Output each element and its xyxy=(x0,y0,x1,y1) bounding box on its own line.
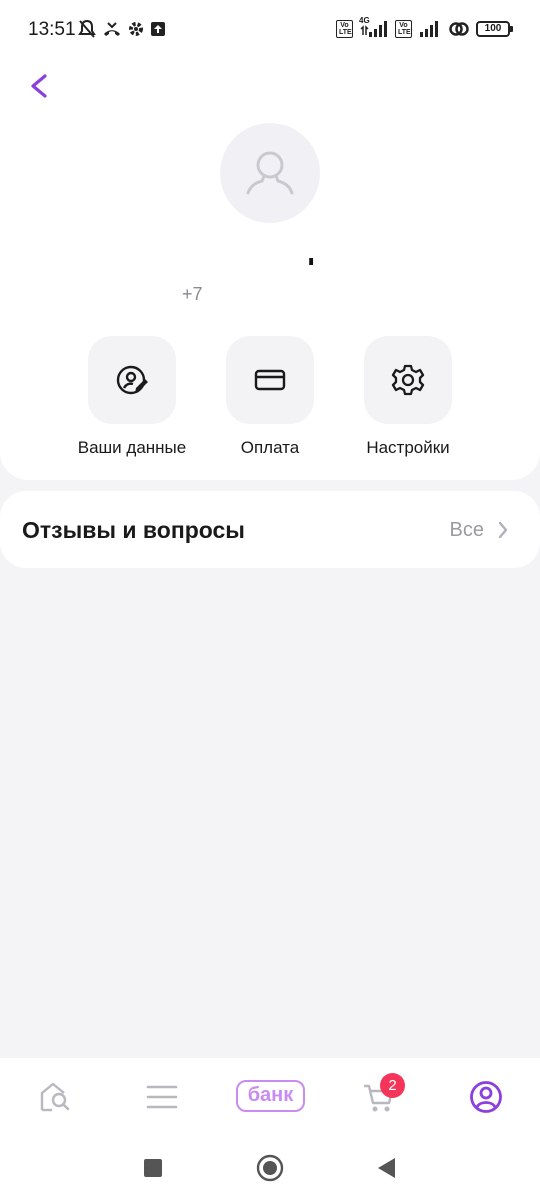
nav-bank[interactable]: банк xyxy=(236,1080,305,1112)
action-icon-box xyxy=(88,336,176,424)
nav-home-search[interactable] xyxy=(38,1080,72,1119)
status-bar: 13:51 Vo LTE 4G Vo LTE 100 xyxy=(0,0,540,60)
your-data-button[interactable]: Ваши данные xyxy=(62,336,202,458)
action-label: Настройки xyxy=(366,438,450,457)
signal-4g-icon: 4G xyxy=(359,16,389,38)
name-redaction xyxy=(190,240,350,258)
battery-indicator: 100 xyxy=(476,21,513,37)
system-navigation-bar xyxy=(0,1140,540,1200)
reviews-all-link[interactable]: Все xyxy=(450,519,484,542)
profile-actions: Ваши данные Оплата Настройки xyxy=(0,336,540,458)
link-icon xyxy=(449,22,469,36)
home-search-icon xyxy=(40,1082,70,1112)
volte-badge-2: Vo LTE xyxy=(395,20,412,38)
bottom-navigation: банк 2 xyxy=(0,1058,540,1140)
avatar[interactable] xyxy=(220,123,320,223)
user-phone: +7 xyxy=(182,284,203,304)
menu-icon xyxy=(146,1085,178,1109)
action-label: Оплата xyxy=(240,438,300,457)
volte-badge: Vo LTE xyxy=(336,20,353,38)
payment-button[interactable]: Оплата xyxy=(200,336,340,458)
home-button[interactable] xyxy=(256,1154,284,1187)
action-label: Ваши данные xyxy=(77,438,187,457)
profile-icon xyxy=(470,1081,502,1113)
settings-status-icon xyxy=(129,22,143,36)
back-button[interactable] xyxy=(24,68,56,104)
profile-card: · · · · · r +7 Ваши данные Оплата xyxy=(0,60,540,480)
reviews-and-questions-row[interactable]: Отзывы и вопросы Все xyxy=(0,491,540,568)
missed-call-icon xyxy=(104,22,120,36)
chevron-right-icon xyxy=(498,521,508,539)
gear-icon xyxy=(391,364,425,396)
cart-badge: 2 xyxy=(380,1073,405,1098)
upload-icon xyxy=(151,22,165,36)
square-icon xyxy=(144,1159,162,1177)
nav-profile[interactable] xyxy=(469,1080,503,1119)
action-icon-box xyxy=(364,336,452,424)
status-time: 13:51 xyxy=(28,19,76,40)
action-icon-box xyxy=(226,336,314,424)
triangle-back-icon xyxy=(378,1158,395,1178)
notifications-off-icon xyxy=(78,19,96,38)
nav-catalog[interactable] xyxy=(146,1084,178,1115)
back-system-button[interactable] xyxy=(376,1156,396,1185)
user-edit-icon xyxy=(116,365,148,395)
user-placeholder-icon xyxy=(246,151,294,195)
status-notification-icons xyxy=(78,19,166,39)
credit-card-icon xyxy=(254,369,286,391)
status-right-icons: Vo LTE 4G Vo LTE 100 xyxy=(336,16,513,38)
circle-home-icon xyxy=(256,1154,284,1182)
settings-button[interactable]: Настройки xyxy=(338,336,478,458)
reviews-title: Отзывы и вопросы xyxy=(22,517,245,543)
recent-apps-button[interactable] xyxy=(143,1158,163,1183)
chevron-left-icon xyxy=(31,74,47,98)
signal-icon xyxy=(420,21,438,37)
